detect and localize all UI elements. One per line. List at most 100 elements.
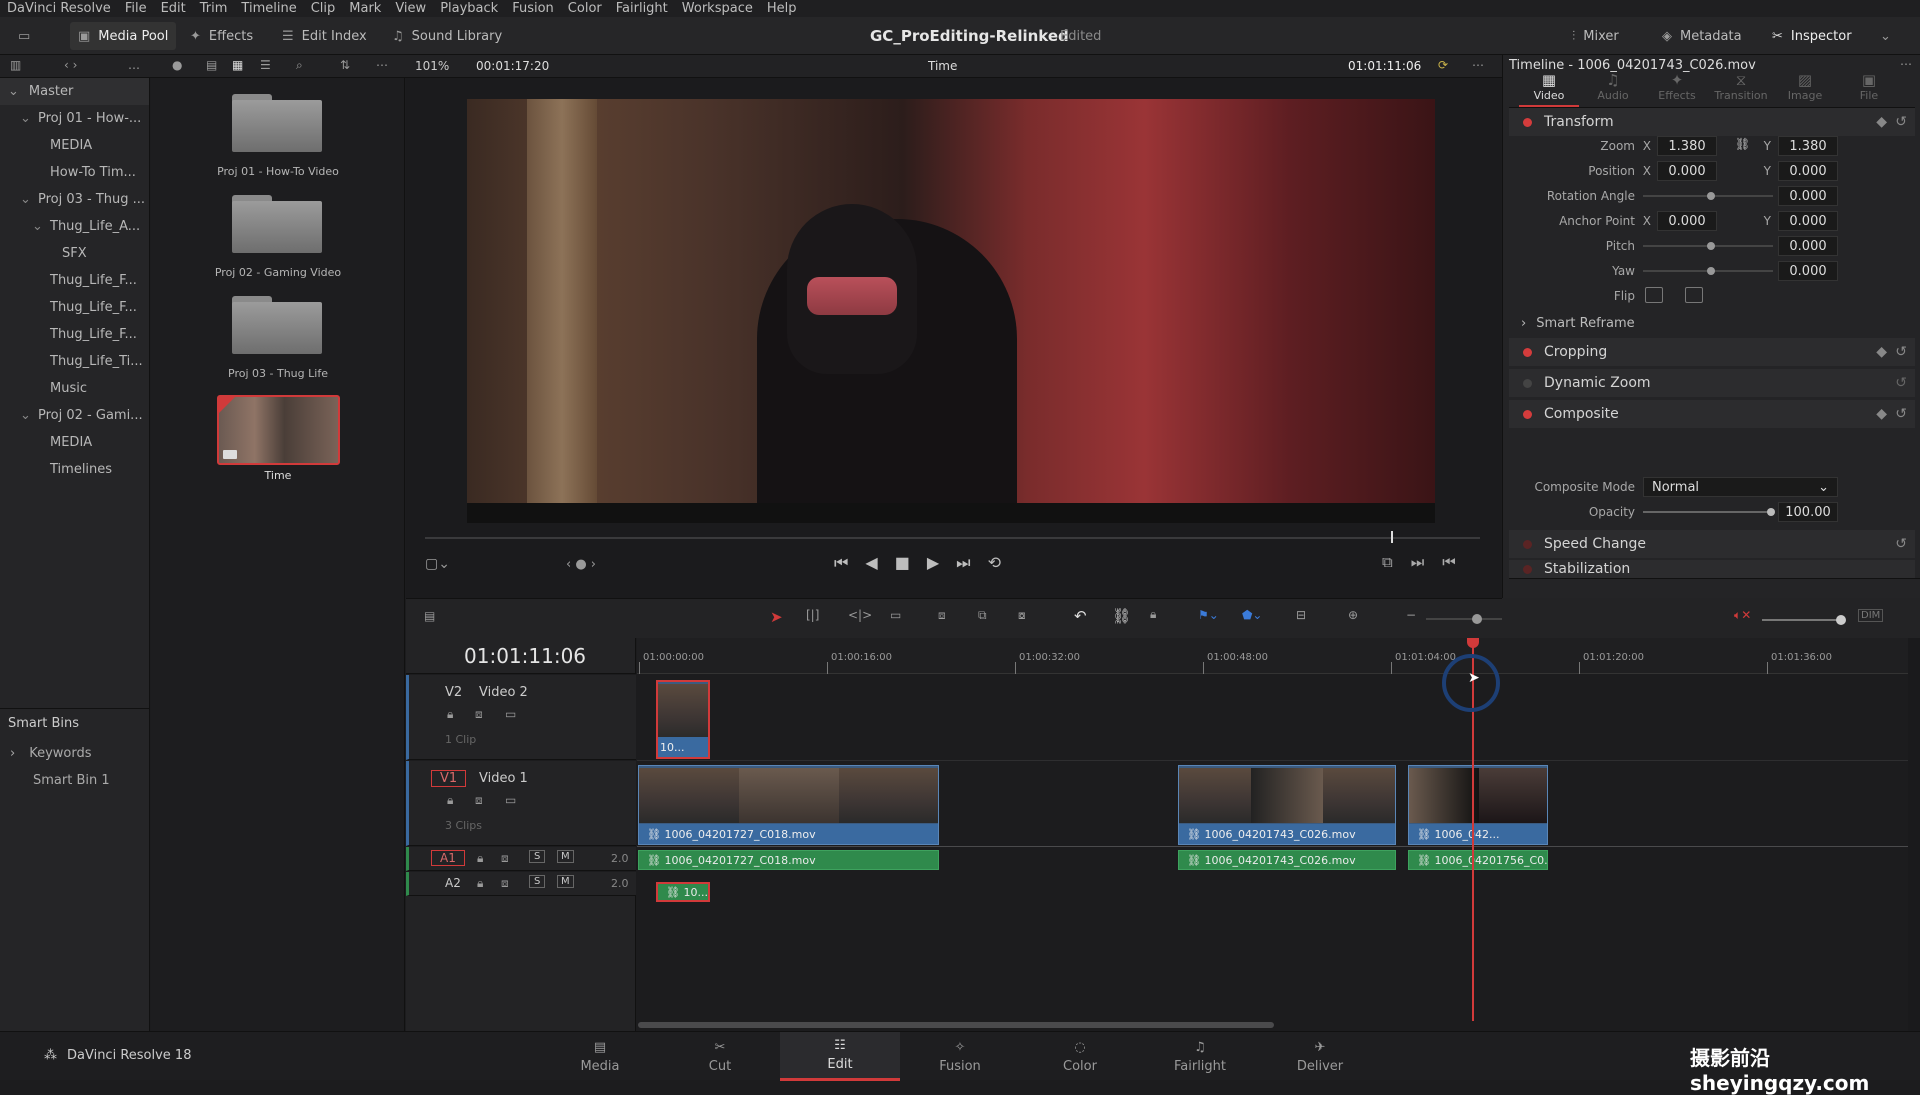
overwrite-clip-icon[interactable]: ⧉ [978, 608, 987, 623]
menu-item[interactable]: DaVinci Resolve [0, 1, 118, 16]
dim-button[interactable]: DIM [1858, 609, 1884, 622]
nav-back-forward-icon[interactable]: ‹ › [64, 58, 77, 72]
match-frame-icon[interactable]: ⧉ [1382, 553, 1393, 571]
page-tab[interactable]: ▤ Media [540, 1032, 660, 1081]
size-slider-icon[interactable]: ● [172, 58, 182, 72]
viewer-scrubber[interactable] [425, 537, 1480, 539]
bin-item[interactable]: Timelines [0, 456, 149, 483]
master-bin[interactable]: ⌄ Master [0, 78, 149, 105]
sync-icon[interactable]: ⟳ [1438, 58, 1448, 72]
lock-icon[interactable]: 🔒︎ [477, 851, 483, 866]
inspector-tab[interactable]: ▦ Video [1519, 71, 1579, 107]
video-clip[interactable]: 10... [656, 680, 710, 759]
page-tab[interactable]: ♫ Fairlight [1140, 1032, 1260, 1081]
bin-item[interactable]: SFX [0, 240, 149, 267]
inspector-button[interactable]: ✂ Inspector [1772, 17, 1852, 55]
enable-dot[interactable] [1523, 378, 1532, 388]
sound-library-button[interactable]: ♫ Sound Library [392, 17, 502, 55]
auto-select-icon[interactable]: ⧈ [475, 793, 483, 808]
enable-dot[interactable] [1523, 409, 1532, 419]
menu-item[interactable]: Workspace [675, 1, 760, 16]
flip-horizontal-icon[interactable] [1645, 287, 1663, 303]
menu-item[interactable]: Fusion [505, 1, 561, 16]
bin-item[interactable]: Thug_Life_F... [0, 267, 149, 294]
folder-icon[interactable] [232, 94, 322, 152]
folder-icon[interactable] [232, 195, 322, 253]
vertical-scrollbar[interactable] [1908, 638, 1920, 1031]
jog-control[interactable]: ‹ ● › [566, 557, 596, 572]
bin-item[interactable]: Thug_Life_F... [0, 294, 149, 321]
track-header-v2[interactable]: V2 Video 2 🔒︎ ⧈ ▭ 1 Clip [406, 675, 636, 760]
replace-clip-icon[interactable]: ⧇ [1018, 608, 1026, 623]
go-to-end-icon[interactable]: ⏭ [956, 553, 970, 573]
opacity-field[interactable]: 100.00 [1778, 502, 1838, 522]
zoom-out-icon[interactable]: − [1406, 608, 1416, 622]
play-icon[interactable]: ▶ [927, 553, 939, 573]
rotation-field[interactable]: 0.000 [1778, 186, 1838, 206]
keyframe-icon[interactable]: ◆ [1876, 114, 1887, 130]
mute-icon[interactable]: 🔈︎✕ [1734, 608, 1751, 623]
lock-icon[interactable]: 🔒︎ [447, 707, 453, 722]
enable-dot[interactable] [1523, 539, 1532, 549]
options-icon[interactable]: ⋯ [376, 58, 388, 72]
search-icon[interactable]: ⌕ [296, 58, 303, 73]
mute-button[interactable]: M [557, 850, 574, 863]
dynamic-trim-icon[interactable]: <|> [848, 608, 872, 622]
media-pool-button[interactable]: ▣ Media Pool [70, 22, 177, 50]
monitor-icon[interactable]: ▭ [18, 17, 30, 55]
list-view-icon[interactable]: ☰ [260, 58, 271, 72]
marker-icon[interactable]: ⬟⌄ [1242, 608, 1262, 622]
dynamic-zoom-section[interactable]: Dynamic Zoom ↺ [1509, 369, 1915, 397]
track-name[interactable]: Video 2 [479, 685, 528, 700]
smart-reframe-section[interactable]: › Smart Reframe [1509, 311, 1915, 335]
pitch-field[interactable]: 0.000 [1778, 236, 1838, 256]
grid-view-icon[interactable]: ▦ [232, 58, 243, 72]
next-edit-icon[interactable]: ⏭ [1411, 553, 1425, 571]
mixer-button[interactable]: ⫶ Mixer [1572, 17, 1619, 55]
yaw-field[interactable]: 0.000 [1778, 261, 1838, 281]
track-name[interactable]: Video 1 [479, 771, 528, 786]
keywords-bin[interactable]: › Keywords [10, 746, 92, 761]
timeline-view-options-icon[interactable]: ▤ [424, 609, 435, 623]
mute-button[interactable]: M [557, 875, 574, 888]
inspector-options-icon[interactable]: ⋯ [1900, 57, 1912, 71]
lock-icon[interactable]: 🔒︎ [447, 793, 453, 808]
frame-guide-icon[interactable]: ▢⌄ [425, 556, 450, 572]
reset-icon[interactable]: ↺ [1895, 536, 1907, 552]
zoom-y-field[interactable]: 1.380 [1778, 136, 1838, 156]
bin-item[interactable]: ⌄ Proj 01 - How-... [0, 105, 149, 132]
menu-item[interactable]: Clip [304, 1, 343, 16]
track-header-v1[interactable]: V1 Video 1 🔒︎ ⧈ ▭ 3 Clips [406, 761, 636, 846]
selection-tool-icon[interactable]: ➤ [770, 608, 783, 626]
page-tab[interactable]: ✂ Cut [660, 1032, 780, 1081]
composite-mode-select[interactable]: Normal ⌄ [1643, 477, 1838, 497]
effects-button[interactable]: ✦ Effects [190, 17, 253, 55]
menu-item[interactable]: Edit [154, 1, 193, 16]
enable-dot[interactable] [1523, 564, 1532, 574]
track-header-a2[interactable]: A2 🔒︎ ⧈ S M 2.0 [406, 872, 636, 896]
track-enable-icon[interactable]: ▭ [505, 793, 516, 807]
position-x-field[interactable]: 0.000 [1657, 161, 1717, 181]
anchor-x-field[interactable]: 0.000 [1657, 211, 1717, 231]
viewer-options-icon[interactable]: ⋯ [1472, 58, 1484, 72]
position-lock-icon[interactable]: 🔒︎ [1150, 607, 1156, 622]
expand-icon[interactable]: ⌄ [1880, 17, 1891, 55]
go-to-start-icon[interactable]: ⏮ [834, 553, 848, 573]
zoom-full-icon[interactable]: ⊟ [1296, 608, 1306, 622]
previous-edit-icon[interactable]: ⏮ [1442, 553, 1456, 571]
metadata-view-icon[interactable]: ▤ [206, 58, 217, 72]
menu-item[interactable]: Timeline [234, 1, 303, 16]
audio-clip[interactable]: ⛓ 1006_04201743_C026.mov [1178, 850, 1396, 870]
menu-item[interactable]: File [118, 1, 154, 16]
bin-item[interactable]: Thug_Life_Ti... [0, 348, 149, 375]
stabilization-section[interactable]: Stabilization [1509, 560, 1915, 578]
track-header-a1[interactable]: A1 🔒︎ ⧈ S M 2.0 [406, 847, 636, 871]
viewer-timeline-name[interactable]: Time [928, 59, 957, 73]
reset-icon[interactable]: ↺ [1895, 114, 1907, 130]
metadata-button[interactable]: ◈ Metadata [1662, 17, 1742, 55]
panel-toggle-icon[interactable]: ▥ [10, 58, 21, 72]
auto-select-icon[interactable]: ⧈ [501, 876, 509, 891]
bin-item[interactable]: Music [0, 375, 149, 402]
inspector-tab[interactable]: ✦ Effects [1647, 71, 1707, 107]
audio-clip[interactable]: ⛓ 1006_04201727_C018.mov [638, 850, 939, 870]
